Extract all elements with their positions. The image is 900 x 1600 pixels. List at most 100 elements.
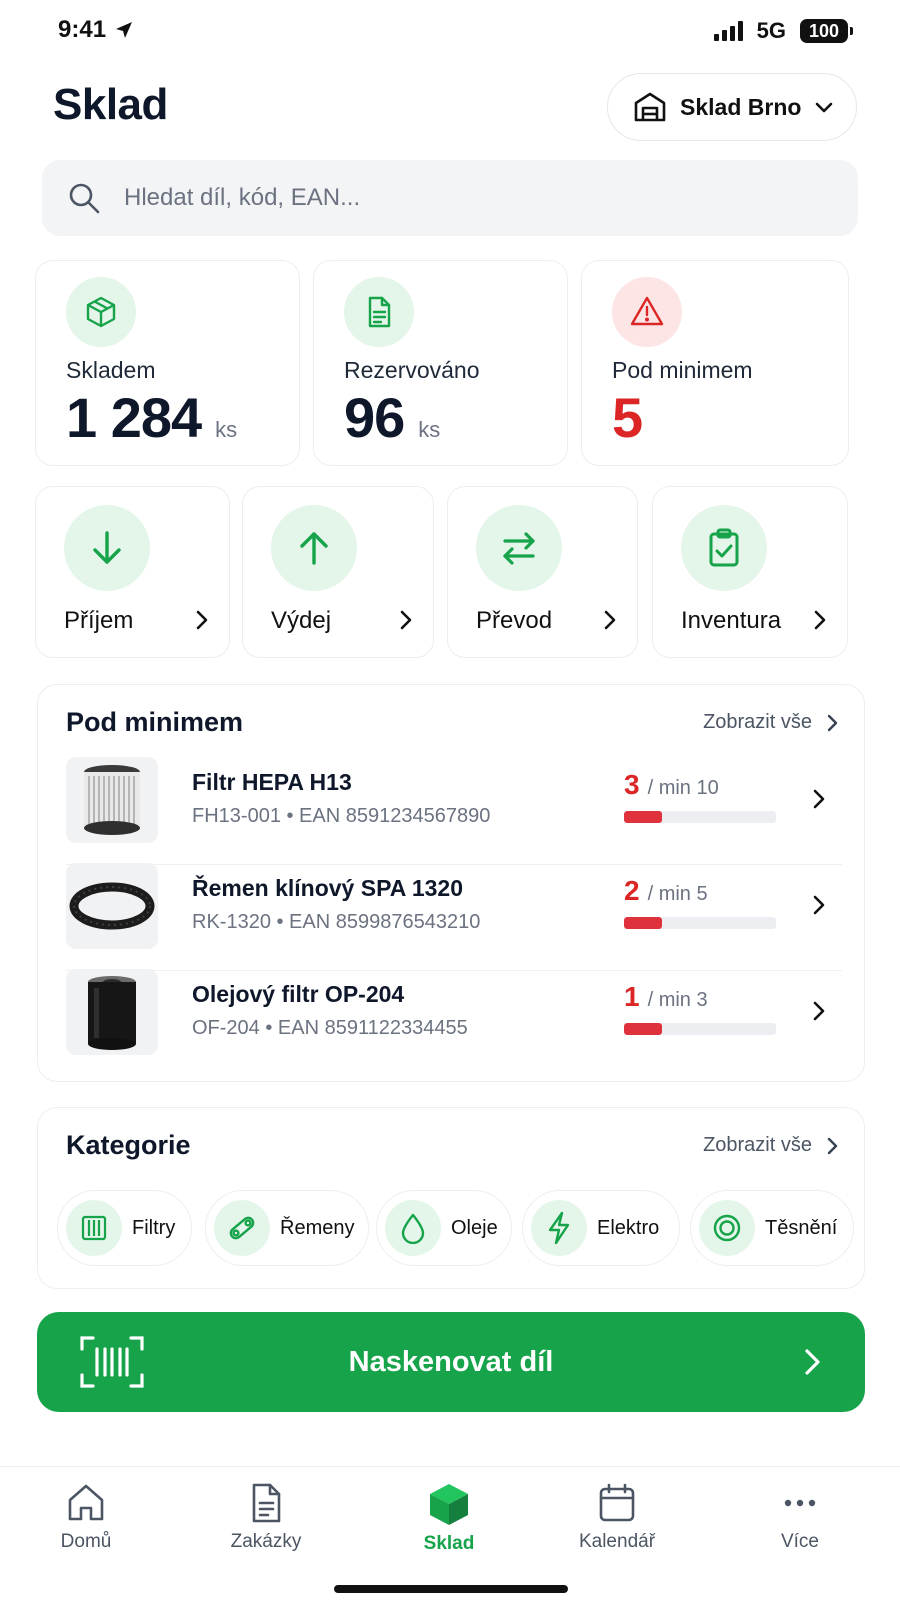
warehouse-cube-icon bbox=[430, 1484, 468, 1525]
calendar-icon bbox=[599, 1483, 635, 1522]
chevron-right-icon bbox=[400, 610, 412, 630]
search-input[interactable] bbox=[124, 184, 804, 212]
stat-value-row: 96 ks bbox=[344, 385, 440, 450]
item-name: Řemen klínový SPA 1320 bbox=[192, 875, 464, 901]
action-icon-bg bbox=[476, 505, 562, 591]
stat-value: 1 284 bbox=[66, 386, 202, 449]
signal-icon bbox=[713, 21, 743, 41]
filter-icon bbox=[81, 1215, 107, 1241]
chip-label: Oleje bbox=[451, 1216, 498, 1239]
status-indicators: 5G 100 bbox=[713, 18, 853, 44]
battery-level: 100 bbox=[808, 20, 840, 41]
view-all-label: Zobrazit vše bbox=[703, 711, 812, 733]
arrow-up-icon bbox=[300, 532, 328, 565]
tab-label: Kalendář bbox=[578, 1531, 656, 1552]
tab-warehouse[interactable]: Sklad bbox=[389, 1481, 509, 1555]
belt-icon bbox=[229, 1216, 255, 1240]
chip-label: Řemeny bbox=[280, 1216, 355, 1239]
status-time: 9:41 bbox=[58, 16, 134, 44]
battery-icon: 100 bbox=[800, 19, 853, 43]
action-label: Příjem bbox=[64, 607, 134, 634]
seal-ring-icon bbox=[713, 1214, 741, 1242]
status-bar: 9:41 5G 100 bbox=[0, 0, 900, 62]
location-arrow-icon bbox=[116, 22, 133, 38]
action-inventory-button[interactable]: Inventura bbox=[652, 486, 848, 658]
stock-bar bbox=[624, 917, 776, 929]
list-item[interactable]: Řemen klínový SPA 1320 RK-1320 • EAN 859… bbox=[66, 863, 842, 971]
view-all-link[interactable]: Zobrazit vše bbox=[703, 1134, 840, 1157]
chevron-down-icon bbox=[816, 102, 833, 113]
item-meta: RK-1320 • EAN 8599876543210 bbox=[192, 911, 481, 933]
stock-level: 2 / min 5 bbox=[624, 875, 708, 907]
category-chip-oils[interactable]: Oleje bbox=[376, 1190, 512, 1266]
v-belt-image bbox=[69, 882, 155, 930]
chevron-right-icon bbox=[827, 714, 838, 731]
box-icon bbox=[86, 296, 116, 328]
stat-card-reserved[interactable]: Rezervováno 96 ks bbox=[313, 260, 568, 466]
chip-icon-bg bbox=[531, 1200, 587, 1256]
home-indicator bbox=[334, 1585, 568, 1593]
low-stock-panel: Pod minimem Zobrazit vše Filtr HEPA H13 … bbox=[37, 684, 865, 1082]
stock-level: 1 / min 3 bbox=[624, 981, 708, 1013]
product-thumbnail bbox=[66, 969, 158, 1055]
stock-min: / min 3 bbox=[647, 989, 708, 1011]
action-receipt-button[interactable]: Příjem bbox=[35, 486, 230, 658]
item-meta: OF-204 • EAN 8591122334455 bbox=[192, 1017, 468, 1039]
view-all-label: Zobrazit vše bbox=[703, 1134, 812, 1156]
transfer-icon bbox=[503, 532, 535, 565]
clipboard-check-icon bbox=[709, 528, 739, 567]
tab-more[interactable]: Více bbox=[740, 1481, 860, 1553]
tab-home[interactable]: Domů bbox=[26, 1481, 146, 1553]
warehouse-selector[interactable]: Sklad Brno bbox=[607, 73, 857, 141]
search-bar[interactable] bbox=[42, 160, 858, 236]
stat-value: 96 bbox=[344, 386, 405, 449]
stock-min: / min 5 bbox=[647, 883, 708, 905]
chevron-right-icon bbox=[196, 610, 208, 630]
orders-icon bbox=[252, 1483, 281, 1523]
action-label: Převod bbox=[476, 607, 553, 634]
stat-value-row: 5 bbox=[612, 385, 643, 450]
stock-level: 3 / min 10 bbox=[624, 769, 719, 801]
list-item[interactable]: Filtr HEPA H13 FH13-001 • EAN 8591234567… bbox=[66, 757, 842, 865]
document-icon bbox=[368, 296, 391, 328]
stat-card-in-stock[interactable]: Skladem 1 284 ks bbox=[35, 260, 300, 466]
chip-icon-bg bbox=[385, 1200, 441, 1256]
stat-label: Pod minimem bbox=[612, 357, 753, 383]
stat-icon-bg bbox=[612, 277, 682, 347]
stock-qty: 2 bbox=[624, 875, 640, 906]
chevron-right-icon bbox=[813, 789, 825, 809]
warehouse-name: Sklad Brno bbox=[680, 93, 802, 120]
stat-card-below-minimum[interactable]: Pod minimem 5 bbox=[581, 260, 849, 466]
category-chip-filters[interactable]: Filtry bbox=[57, 1190, 192, 1266]
action-transfer-button[interactable]: Převod bbox=[447, 486, 638, 658]
stat-unit: ks bbox=[418, 417, 441, 442]
chevron-right-icon bbox=[813, 895, 825, 915]
stock-bar bbox=[624, 1023, 776, 1035]
product-thumbnail bbox=[66, 863, 158, 949]
tab-bar: Domů Zakázky Sklad Kalendář Více bbox=[0, 1466, 900, 1600]
stat-value-row: 1 284 ks bbox=[66, 385, 237, 450]
action-icon-bg bbox=[681, 505, 767, 591]
tab-label: Domů bbox=[60, 1531, 112, 1552]
action-label: Inventura bbox=[681, 607, 782, 634]
action-icon-bg bbox=[64, 505, 150, 591]
product-thumbnail bbox=[66, 757, 158, 843]
view-all-link[interactable]: Zobrazit vše bbox=[703, 711, 840, 734]
stock-bar-fill bbox=[624, 1023, 662, 1035]
tab-label: Více bbox=[780, 1531, 820, 1552]
chip-label: Elektro bbox=[597, 1216, 660, 1239]
action-issue-button[interactable]: Výdej bbox=[242, 486, 434, 658]
list-item[interactable]: Olejový filtr OP-204 OF-204 • EAN 859112… bbox=[66, 969, 842, 1077]
oil-drop-icon bbox=[401, 1213, 425, 1244]
category-chip-belts[interactable]: Řemeny bbox=[205, 1190, 369, 1266]
stat-icon-bg bbox=[66, 277, 136, 347]
category-chip-seals[interactable]: Těsnění bbox=[690, 1190, 854, 1266]
scan-part-button[interactable]: Naskenovat díl bbox=[37, 1312, 865, 1412]
stock-qty: 1 bbox=[624, 981, 640, 1012]
stock-bar-fill bbox=[624, 811, 662, 823]
tab-calendar[interactable]: Kalendář bbox=[557, 1481, 677, 1553]
tab-orders[interactable]: Zakázky bbox=[206, 1481, 326, 1553]
stat-label: Rezervováno bbox=[344, 357, 480, 383]
category-chip-electro[interactable]: Elektro bbox=[522, 1190, 680, 1266]
stock-bar bbox=[624, 811, 776, 823]
